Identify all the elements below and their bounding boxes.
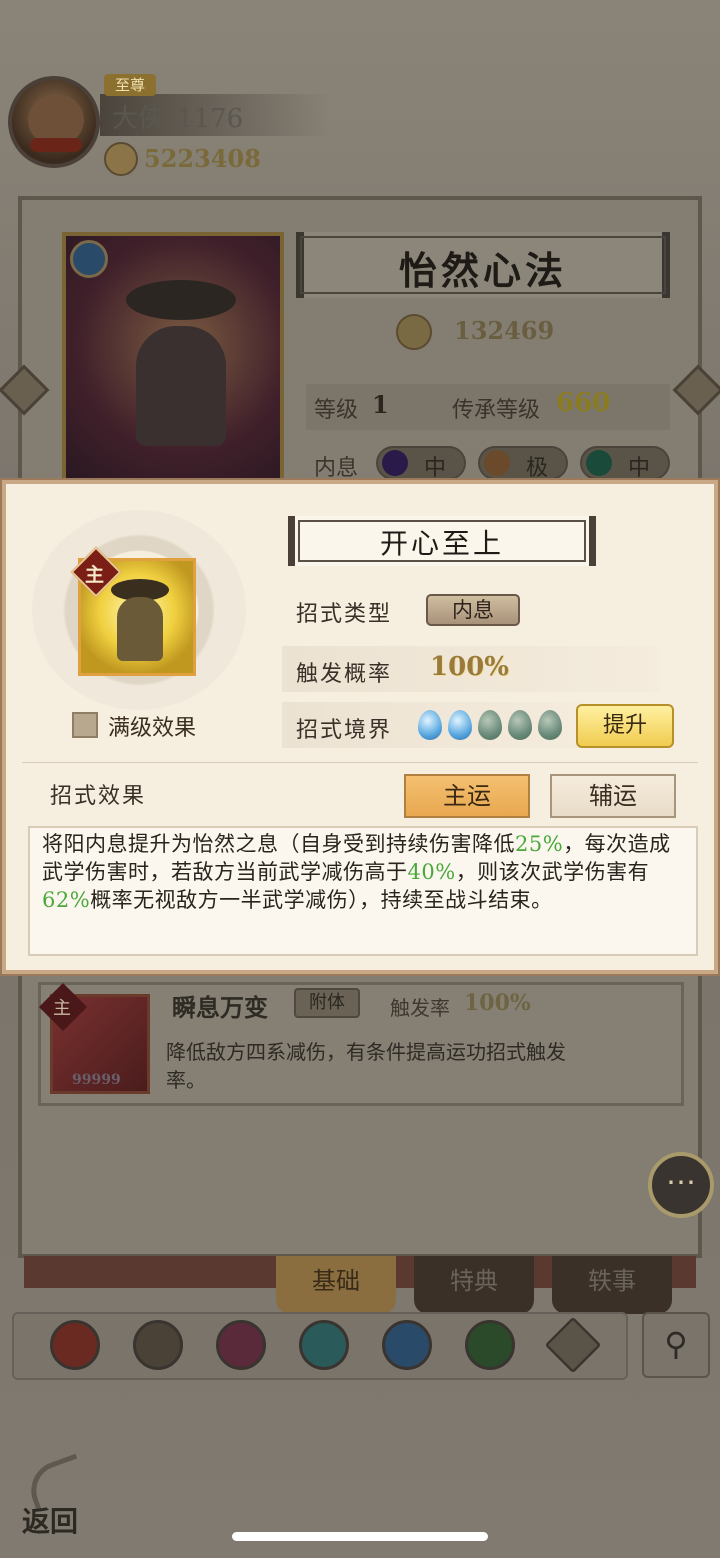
max-level-checkbox[interactable]: [72, 712, 98, 738]
description-value: 25%: [515, 832, 564, 856]
neixi-slot-1[interactable]: 中: [376, 446, 466, 481]
player-avatar[interactable]: [8, 76, 100, 168]
power-icon: [104, 142, 138, 176]
trigger-rate-value: 100%: [430, 652, 509, 682]
move-type-badge: 内息: [426, 594, 520, 626]
staff-school-icon[interactable]: [465, 1320, 515, 1370]
neixi-grade: 中: [424, 456, 447, 481]
neixi-orb-icon: [382, 450, 408, 476]
move-description: 将阳内息提升为怡然之息（自身受到持续伤害降低25%，每次造成武学伤害时，若敌方当…: [42, 830, 682, 914]
realm-drop-icon: [508, 710, 532, 740]
move-effect-label: 招式效果: [50, 784, 147, 809]
realm-drop-icon: [538, 710, 562, 740]
neixi-orb-icon: [484, 450, 510, 476]
level-label: 等级: [314, 398, 359, 423]
search-button[interactable]: ⚲: [642, 1312, 710, 1378]
realm-label: 招式境界: [296, 718, 393, 743]
description-text: 将阳内息提升为怡然之息（自身受到持续伤害降低: [42, 832, 515, 856]
description-text: ，则该次武学伤害有: [455, 860, 650, 884]
main-luck-button[interactable]: 主运: [404, 774, 530, 818]
player-name: 大侠_1176: [112, 104, 244, 134]
realm-drop-icon: [448, 710, 472, 740]
tab-anecdote[interactable]: 轶事: [552, 1256, 672, 1314]
back-button[interactable]: 返回: [20, 1453, 100, 1542]
neixi-grade: 极: [526, 456, 549, 481]
card-figure-body: [136, 326, 226, 446]
secondary-skill-name: 瞬息万变: [172, 993, 268, 1022]
description-text: 概率无视敌方一半武学减伤），持续至战斗结束。: [90, 888, 553, 912]
secondary-rate-value: 100%: [464, 990, 531, 1016]
player-power: 5223408: [144, 144, 261, 173]
divider: [22, 762, 698, 763]
back-label: 返回: [22, 1505, 79, 1538]
figure-body: [117, 597, 163, 661]
secondary-skill-description: 降低敌方四系减伤，有条件提高运功招式触发率。: [166, 1040, 566, 1092]
inherit-level-value: 660: [556, 388, 611, 418]
vip-badge: 至尊: [104, 74, 156, 96]
blade-school-icon[interactable]: [50, 1320, 100, 1370]
home-indicator[interactable]: [232, 1532, 488, 1541]
main-badge-label: 主: [85, 564, 105, 586]
skill-title: 怡然心法: [398, 248, 567, 293]
avatar-scarf: [30, 138, 82, 152]
sub-luck-button[interactable]: 辅运: [550, 774, 676, 818]
chat-icon: ⋯: [666, 1165, 696, 1200]
realm-drop-icon: [478, 710, 502, 740]
main-badge-label: 主: [53, 998, 71, 1019]
secondary-rate-label: 触发率: [390, 996, 450, 1020]
neixi-grade: 中: [628, 456, 651, 481]
card-figure-hat: [126, 280, 236, 320]
inherit-level-label: 传承等级: [452, 398, 541, 423]
max-level-label: 满级效果: [108, 716, 197, 741]
tab-special[interactable]: 特典: [414, 1256, 534, 1314]
move-type-label: 招式类型: [296, 602, 393, 627]
neixi-orb-icon: [586, 450, 612, 476]
neixi-slot-2[interactable]: 极: [478, 446, 568, 481]
secondary-skill-number: 99999: [72, 1072, 121, 1088]
description-value: 40%: [407, 860, 456, 884]
taiji-school-icon[interactable]: [382, 1320, 432, 1370]
description-value: 62%: [42, 888, 91, 912]
fist-school-icon[interactable]: [216, 1320, 266, 1370]
upgrade-button[interactable]: 提升: [576, 704, 674, 748]
skill-power: 132469: [454, 316, 555, 345]
neixi-slot-3[interactable]: 中: [580, 446, 670, 481]
taiji-icon: [70, 240, 108, 278]
level-value: 1: [372, 390, 389, 419]
sword-school-icon[interactable]: [133, 1320, 183, 1370]
realm-drop-icon: [418, 710, 442, 740]
trigger-rate-label: 触发概率: [296, 662, 393, 687]
neixi-label: 内息: [314, 456, 359, 481]
tab-basic[interactable]: 基础: [276, 1256, 396, 1314]
search-icon: ⚲: [664, 1325, 688, 1363]
secondary-skill-tag: 附体: [294, 988, 360, 1018]
move-title: 开心至上: [379, 527, 504, 560]
power-icon: [396, 314, 432, 350]
chat-button[interactable]: ⋯: [648, 1152, 714, 1218]
lotus-school-icon[interactable]: [299, 1320, 349, 1370]
